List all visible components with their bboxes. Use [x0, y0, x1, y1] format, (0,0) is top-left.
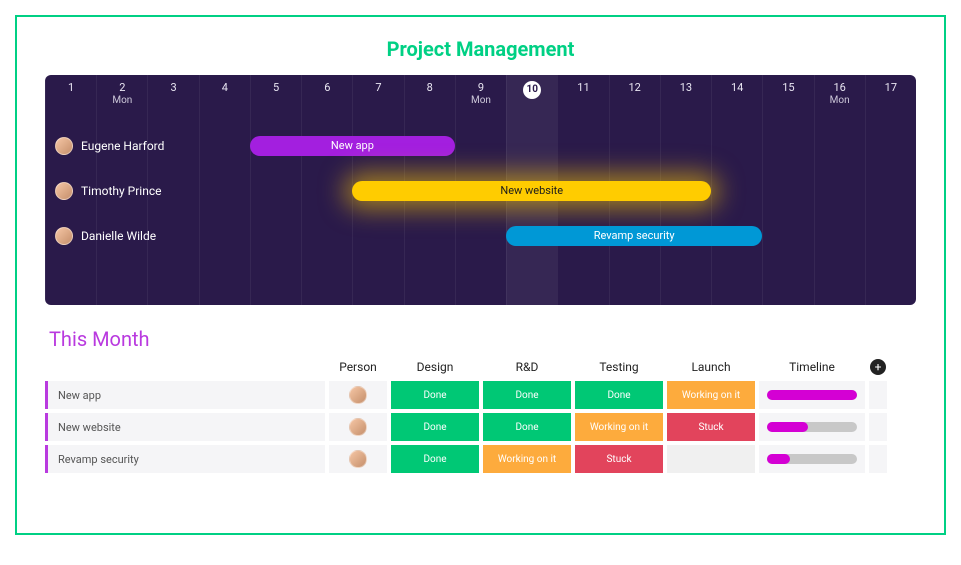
col-timeline: Timeline	[759, 360, 865, 374]
gantt-person[interactable]: Danielle Wilde	[55, 227, 156, 245]
task-timeline[interactable]	[759, 381, 865, 409]
gantt-bar-label: New website	[500, 184, 563, 197]
row-end	[869, 381, 887, 409]
status-testing[interactable]: Working on it	[575, 413, 663, 441]
status-launch[interactable]: Working on it	[667, 381, 755, 409]
avatar	[55, 137, 73, 155]
gantt-panel: 12Mon3456789Mon10111213141516Mon17 Eugen…	[45, 75, 916, 305]
avatar	[349, 450, 367, 468]
row-end	[869, 445, 887, 473]
avatar	[55, 227, 73, 245]
gantt-row: Eugene Harford New app	[45, 123, 916, 168]
task-person[interactable]	[329, 413, 387, 441]
gantt-bar[interactable]: Revamp security	[506, 226, 762, 246]
gantt-person[interactable]: Timothy Prince	[55, 182, 161, 200]
task-person[interactable]	[329, 445, 387, 473]
gantt-day-sub: Mon	[456, 95, 506, 108]
gantt-bar-label: Revamp security	[594, 229, 675, 242]
col-launch: Launch	[667, 360, 755, 374]
task-timeline[interactable]	[759, 445, 865, 473]
status-testing[interactable]: Stuck	[575, 445, 663, 473]
gantt-person-name: Timothy Prince	[81, 184, 161, 198]
row-end	[869, 413, 887, 441]
table-row[interactable]: New websiteDoneDoneWorking on itStuck	[45, 413, 916, 441]
status-design[interactable]: Done	[391, 381, 479, 409]
timeline-fill	[767, 454, 790, 464]
add-column-icon[interactable]: +	[870, 359, 886, 375]
status-rnd[interactable]: Done	[483, 381, 571, 409]
col-testing: Testing	[575, 360, 663, 374]
status-table: Person Design R&D Testing Launch Timelin…	[45, 359, 916, 473]
gantt-day-sub: Mon	[97, 95, 147, 108]
gantt-row: Danielle Wilde Revamp security	[45, 213, 916, 258]
gantt-person-name: Eugene Harford	[81, 139, 164, 153]
gantt-person-name: Danielle Wilde	[81, 229, 156, 243]
gantt-day-sub: Mon	[815, 95, 865, 108]
task-name[interactable]: New website	[45, 413, 325, 441]
gantt-bar-label: New app	[331, 139, 374, 152]
gantt-person[interactable]: Eugene Harford	[55, 137, 164, 155]
task-timeline[interactable]	[759, 413, 865, 441]
status-launch[interactable]	[667, 445, 755, 473]
status-rnd[interactable]: Done	[483, 413, 571, 441]
table-row[interactable]: Revamp security DoneWorking on itStuck	[45, 445, 916, 473]
task-person[interactable]	[329, 381, 387, 409]
col-person: Person	[329, 360, 387, 374]
col-design: Design	[391, 360, 479, 374]
avatar	[349, 386, 367, 404]
status-rnd[interactable]: Working on it	[483, 445, 571, 473]
task-name[interactable]: Revamp security	[45, 445, 325, 473]
timeline-fill	[767, 390, 857, 400]
avatar	[349, 418, 367, 436]
gantt-bar[interactable]: New app	[250, 136, 455, 156]
section-title-this-month: This Month	[49, 327, 916, 351]
gantt-bar[interactable]: New website	[352, 181, 711, 201]
col-rnd: R&D	[483, 360, 571, 374]
timeline-fill	[767, 422, 808, 432]
avatar	[55, 182, 73, 200]
task-name[interactable]: New app	[45, 381, 325, 409]
gantt-row: Timothy Prince New website	[45, 168, 916, 213]
today-badge: 10	[523, 81, 541, 99]
status-design[interactable]: Done	[391, 413, 479, 441]
status-design[interactable]: Done	[391, 445, 479, 473]
page-title: Project Management	[45, 37, 916, 61]
status-testing[interactable]: Done	[575, 381, 663, 409]
table-row[interactable]: New appDoneDoneDoneWorking on it	[45, 381, 916, 409]
status-launch[interactable]: Stuck	[667, 413, 755, 441]
